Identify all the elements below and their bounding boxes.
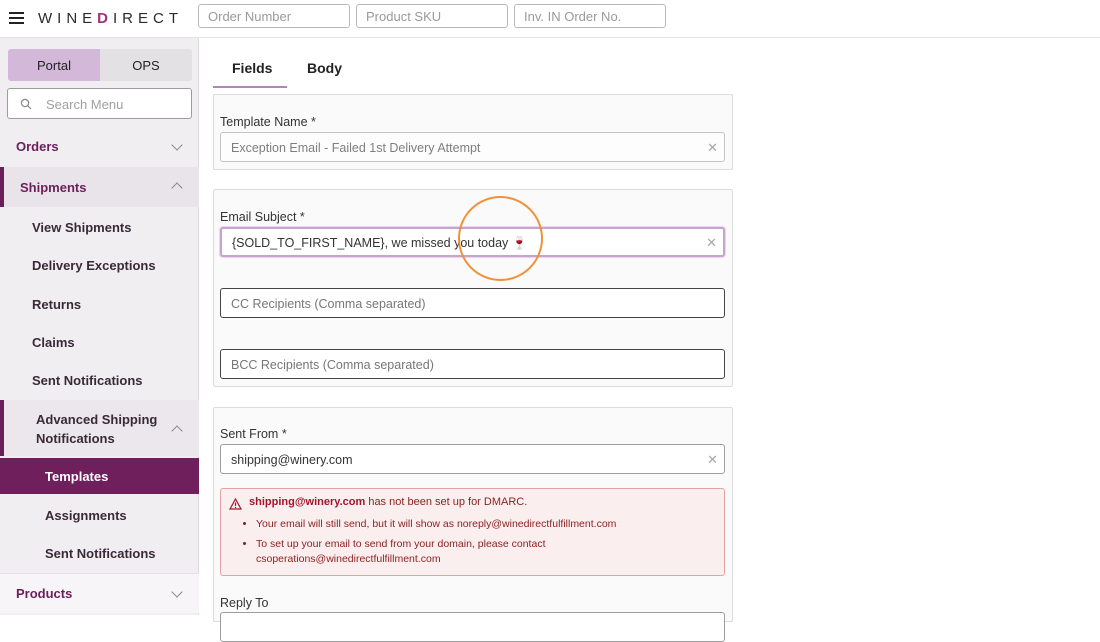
- sidebar-item-label: Returns: [32, 297, 82, 312]
- sidebar-item-view-shipments[interactable]: View Shipments: [0, 217, 199, 239]
- sidebar-item-label: Delivery Exceptions: [32, 258, 156, 273]
- winedirect-logo: WINEDIRECT: [38, 10, 184, 27]
- sidebar-item-orders[interactable]: Orders: [0, 128, 199, 166]
- sidebar-item-label: Claims: [32, 335, 75, 350]
- active-indicator: [0, 167, 4, 207]
- sidebar-item-label: View Shipments: [32, 220, 132, 235]
- order-number-input[interactable]: [198, 4, 350, 28]
- reply-to-input[interactable]: [231, 619, 691, 637]
- portal-toggle-button[interactable]: Portal: [8, 49, 100, 81]
- alert-bullet: To set up your email to send from your d…: [256, 537, 711, 567]
- template-name-label: Template Name *: [220, 115, 316, 129]
- sidebar-item-assignments[interactable]: Assignments: [0, 505, 199, 527]
- reply-to-label: Reply To: [220, 596, 269, 610]
- inv-order-number-input[interactable]: [514, 4, 666, 28]
- chevron-up-icon: [171, 182, 183, 194]
- sidebar-item-advanced-shipping-notifications[interactable]: Advanced Shipping Notifications: [0, 400, 199, 456]
- alert-bullet: Your email will still send, but it will …: [256, 517, 711, 532]
- top-bar: WINEDIRECT: [0, 0, 1100, 38]
- alert-title: shipping@winery.com has not been set up …: [249, 496, 527, 508]
- hamburger-menu-icon[interactable]: [9, 12, 24, 24]
- sidebar-item-shipments[interactable]: Shipments: [0, 167, 199, 207]
- menu-search-box: [7, 88, 192, 119]
- active-tab-indicator: [213, 86, 287, 88]
- tab-body[interactable]: Body: [307, 60, 342, 76]
- bcc-recipients-input[interactable]: [231, 356, 691, 374]
- template-name-field: ✕: [220, 132, 725, 162]
- alert-message: has not been set up for DMARC.: [365, 496, 528, 508]
- sidebar-item-label: Shipments: [20, 180, 87, 195]
- clear-icon[interactable]: ✕: [707, 452, 718, 468]
- email-subject-input[interactable]: [232, 234, 692, 252]
- sidebar-item-products[interactable]: Products: [0, 573, 199, 613]
- sidebar-item-sent-notifications[interactable]: Sent Notifications: [0, 370, 199, 392]
- chevron-down-icon: [171, 139, 183, 151]
- ops-toggle-button[interactable]: OPS: [100, 49, 192, 81]
- cc-recipients-field: [220, 288, 725, 318]
- sent-from-label: Sent From *: [220, 427, 287, 441]
- product-sku-input[interactable]: [356, 4, 508, 28]
- sent-from-field: ✕: [220, 444, 725, 474]
- menu-search-input[interactable]: [46, 95, 186, 113]
- sidebar-item-label: Products: [16, 586, 73, 601]
- cc-recipients-input[interactable]: [231, 295, 691, 313]
- chevron-down-icon: [171, 586, 183, 598]
- sidebar-item-label: Templates: [45, 469, 109, 484]
- sent-from-input[interactable]: [231, 451, 691, 469]
- sidebar-item-label: Advanced Shipping: [36, 412, 158, 427]
- sidebar-item-asn-sent-notifications[interactable]: Sent Notifications: [0, 543, 199, 565]
- sidebar-item-returns[interactable]: Returns: [0, 294, 199, 316]
- sidebar-item-label: Sent Notifications: [45, 546, 156, 561]
- bcc-recipients-field: [220, 349, 725, 379]
- sidebar-item-templates[interactable]: Templates: [0, 458, 199, 494]
- clear-icon[interactable]: ✕: [706, 235, 717, 251]
- sidebar-item-label: Notifications: [36, 431, 115, 446]
- sidebar-item-label: Sent Notifications: [32, 373, 143, 388]
- portal-ops-toggle: Portal OPS: [8, 49, 192, 81]
- sidebar-item-claims[interactable]: Claims: [0, 332, 199, 354]
- alert-list: Your email will still send, but it will …: [241, 517, 711, 572]
- clear-icon[interactable]: ✕: [707, 140, 718, 156]
- dmarc-warning-alert: shipping@winery.com has not been set up …: [220, 488, 725, 576]
- alert-email: shipping@winery.com: [249, 496, 366, 508]
- chevron-up-icon: [171, 425, 183, 437]
- email-subject-label: Email Subject *: [220, 210, 305, 224]
- sidebar-item-delivery-exceptions[interactable]: Delivery Exceptions: [0, 255, 199, 277]
- sidebar-item-label: Orders: [16, 139, 59, 154]
- sidebar-item-label: Assignments: [45, 508, 127, 523]
- template-name-input[interactable]: [231, 139, 691, 157]
- email-subject-field: ✕: [220, 227, 725, 257]
- search-icon: [20, 98, 32, 110]
- reply-to-field: [220, 612, 725, 642]
- active-indicator: [0, 400, 4, 456]
- tab-fields[interactable]: Fields: [232, 60, 272, 76]
- warning-icon: [229, 498, 242, 510]
- sidebar: Portal OPS: [0, 38, 199, 615]
